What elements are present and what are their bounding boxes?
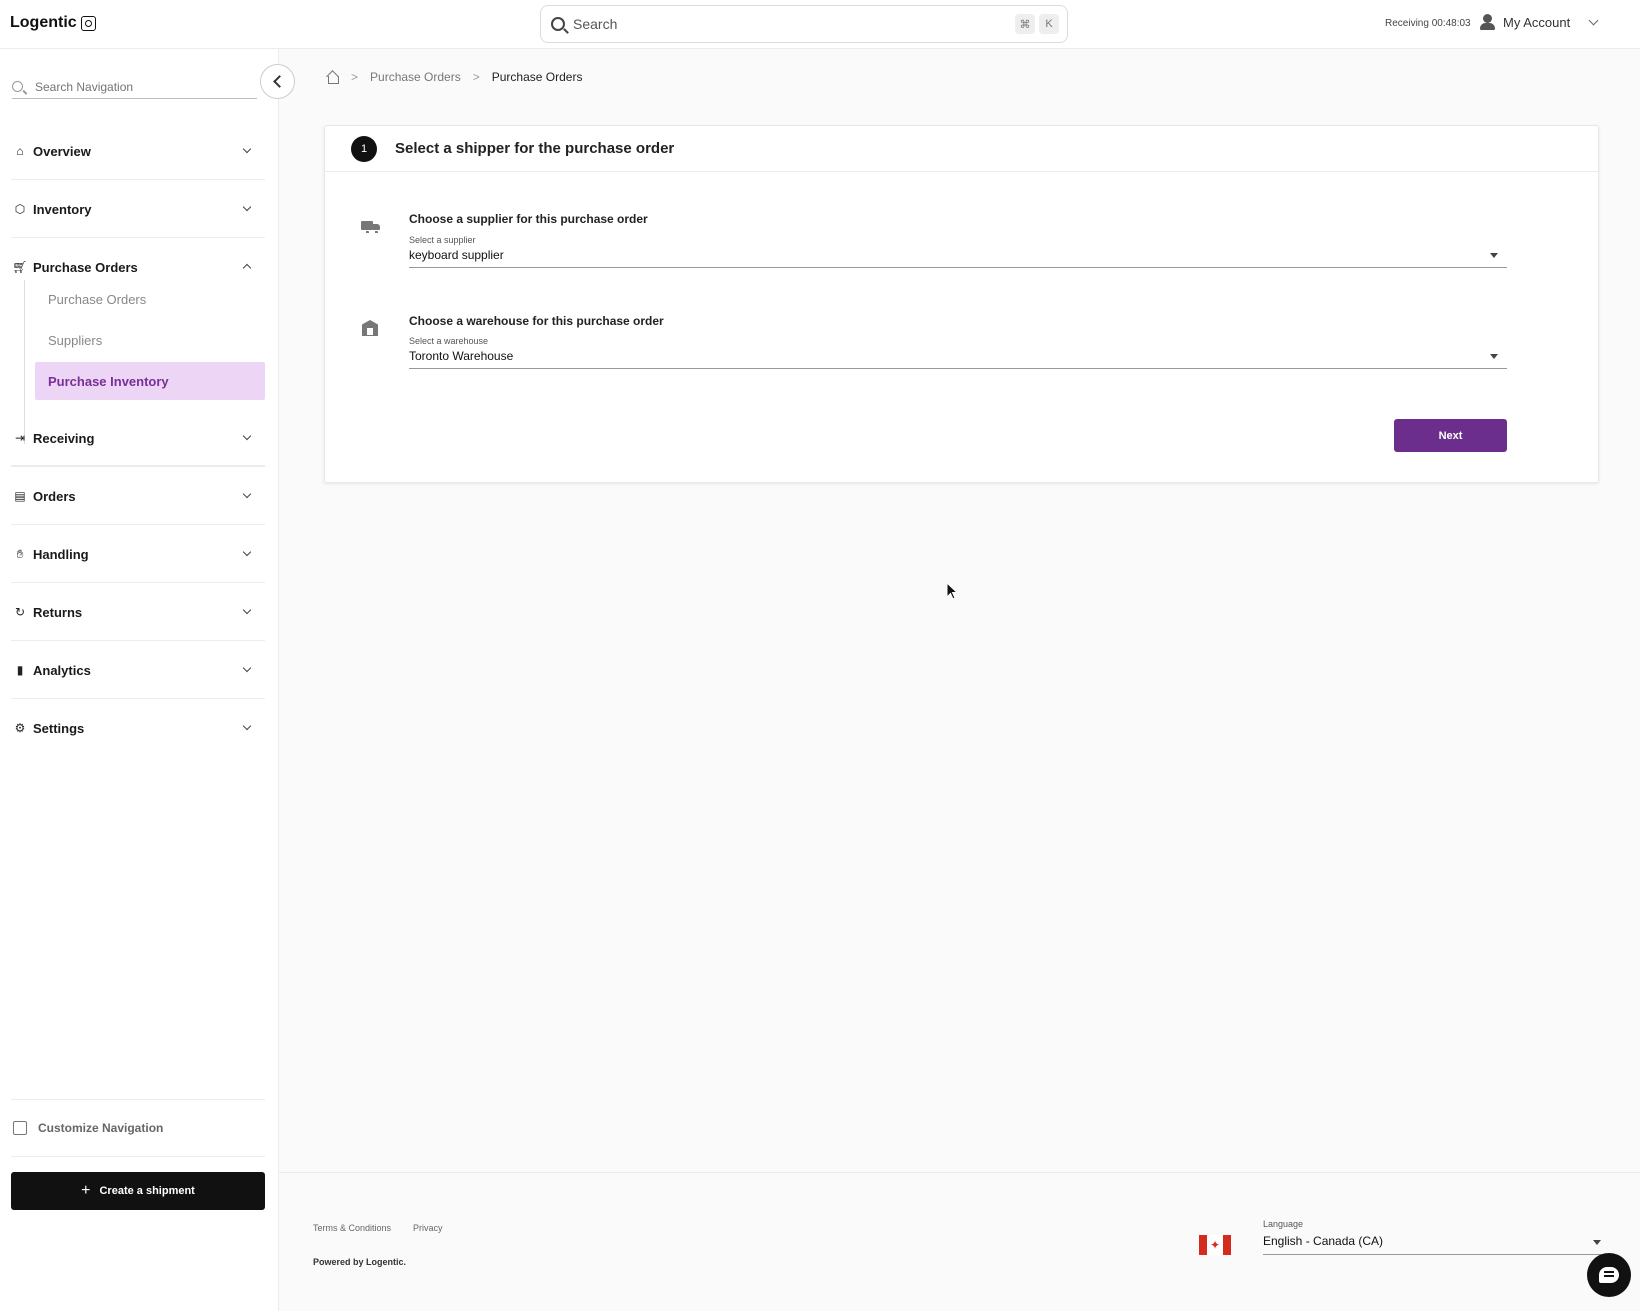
sidebar-item-suppliers[interactable]: Suppliers xyxy=(35,321,265,359)
card-title: Select a shipper for the purchase order xyxy=(395,140,675,157)
nav-section-receiving[interactable]: ⇥ Receiving xyxy=(11,409,265,467)
account-label: My Account xyxy=(1503,14,1571,30)
nav-section-label: Orders xyxy=(33,488,76,504)
create-shipment-label: Create a shipment xyxy=(99,1185,195,1197)
chevron-down-icon xyxy=(242,605,252,615)
step-number-badge: 1 xyxy=(351,135,377,162)
bar-chart-icon: ▮ xyxy=(16,663,24,677)
nav-section-returns[interactable]: ↻ Returns xyxy=(11,583,265,641)
chevron-down-icon xyxy=(1588,15,1599,25)
avatar-icon xyxy=(1480,14,1495,30)
return-icon: ↻ xyxy=(14,605,26,619)
cart-icon: 🛒︎ xyxy=(12,260,28,274)
warehouse-field-label: Choose a warehouse for this purchase ord… xyxy=(409,314,664,328)
caret-down-icon xyxy=(1593,1240,1601,1245)
supplier-select[interactable]: keyboard supplier xyxy=(409,244,1507,268)
nav-section-handling[interactable]: ✋︎ Handling xyxy=(11,525,265,583)
breadcrumb-link-purchase-orders[interactable]: Purchase Orders xyxy=(370,70,461,84)
chevron-down-icon xyxy=(242,202,252,212)
card-header: 1 Select a shipper for the purchase orde… xyxy=(325,126,1598,172)
receiving-icon: ⇥ xyxy=(14,431,26,445)
chevron-down-icon xyxy=(242,489,252,499)
nav-search xyxy=(12,75,257,99)
nav-section-label: Settings xyxy=(33,720,85,736)
box-icon: ⬡ xyxy=(14,202,26,216)
nav-section-label: Inventory xyxy=(33,201,92,217)
nav-section-label: Handling xyxy=(33,546,89,562)
nav-section-label: Purchase Orders xyxy=(33,259,138,275)
receiving-timer[interactable]: Receiving 00:48:03 xyxy=(1385,18,1471,29)
caret-down-icon xyxy=(1490,253,1498,258)
hand-icon: ✋︎ xyxy=(16,546,24,561)
nav-section-label: Overview xyxy=(33,143,91,159)
caret-down-icon xyxy=(1490,354,1498,359)
app-logo[interactable]: Logentic xyxy=(10,14,96,32)
chevron-up-icon xyxy=(242,263,252,273)
supplier-select-value: keyboard supplier xyxy=(409,248,504,262)
document-icon: ▤ xyxy=(14,489,26,503)
terms-link[interactable]: Terms & Conditions xyxy=(313,1223,391,1233)
customize-navigation-checkbox[interactable] xyxy=(13,1121,27,1135)
nav-section-inventory[interactable]: ⬡ Inventory xyxy=(11,180,265,238)
chevron-left-icon xyxy=(273,75,286,88)
warehouse-select[interactable]: Toronto Warehouse xyxy=(409,345,1507,369)
home-icon[interactable] xyxy=(326,71,339,84)
footer: Terms & Conditions Privacy Powered by Lo… xyxy=(279,1172,1640,1311)
nav-section-settings[interactable]: ⚙ Settings xyxy=(11,699,265,757)
next-button[interactable]: Next xyxy=(1394,419,1507,452)
create-shipment-button[interactable]: + Create a shipment xyxy=(11,1172,265,1210)
collapse-sidebar-button[interactable] xyxy=(260,64,295,99)
footer-links: Terms & Conditions Privacy xyxy=(313,1223,443,1233)
canada-flag-icon: ✦ xyxy=(1199,1235,1231,1255)
breadcrumb-current: Purchase Orders xyxy=(491,70,583,84)
chevron-down-icon xyxy=(242,547,252,557)
nav-section-overview[interactable]: ⌂ Overview xyxy=(11,122,265,180)
chevron-down-icon xyxy=(242,144,252,154)
sidebar-item-purchase-orders[interactable]: Purchase Orders xyxy=(35,280,265,318)
language-select[interactable]: Language English - Canada (CA) xyxy=(1263,1219,1603,1255)
truck-icon xyxy=(361,219,381,235)
app-name: Logentic xyxy=(10,14,77,31)
supplier-field-label: Choose a supplier for this purchase orde… xyxy=(409,212,648,226)
search-icon xyxy=(551,17,565,31)
gear-icon: ⚙ xyxy=(14,721,26,735)
nav-section-label: Analytics xyxy=(33,662,91,678)
chat-support-button[interactable] xyxy=(1587,1253,1631,1297)
customize-navigation-label: Customize Navigation xyxy=(38,1121,164,1135)
sidebar: ⌂ Overview ⬡ Inventory 🛒︎ Purchase Order… xyxy=(0,49,295,1311)
privacy-link[interactable]: Privacy xyxy=(413,1223,443,1233)
breadcrumb-separator: > xyxy=(351,70,359,84)
global-search-label: Search xyxy=(573,16,618,32)
account-menu[interactable]: My Account xyxy=(1480,14,1599,30)
logo-icon xyxy=(80,15,96,31)
powered-by: Powered by Logentic. xyxy=(313,1257,407,1267)
breadcrumb-separator: > xyxy=(472,70,480,84)
chevron-down-icon xyxy=(242,721,252,731)
sidebar-item-purchase-inventory[interactable]: Purchase Inventory xyxy=(35,362,265,400)
search-icon xyxy=(12,81,23,92)
nav-search-input[interactable] xyxy=(35,79,245,94)
language-value: English - Canada (CA) xyxy=(1263,1234,1384,1248)
command-key-badge: ⌘ xyxy=(1015,14,1035,34)
chevron-down-icon xyxy=(242,663,252,673)
top-bar: Logentic Search ⌘ K Receiving 00:48:03 M… xyxy=(0,0,1640,49)
chevron-down-icon xyxy=(242,431,252,441)
home-icon: ⌂ xyxy=(16,144,24,158)
language-label: Language xyxy=(1263,1219,1304,1229)
customize-navigation[interactable]: Customize Navigation xyxy=(11,1099,265,1157)
chat-icon xyxy=(1599,1267,1619,1283)
global-search[interactable]: Search ⌘ K xyxy=(540,5,1068,43)
plus-icon: + xyxy=(81,1182,91,1199)
nav-section-analytics[interactable]: ▮ Analytics xyxy=(11,641,265,699)
warehouse-icon xyxy=(361,320,381,336)
nav-section-label: Returns xyxy=(33,604,83,620)
k-key-badge: K xyxy=(1039,14,1059,34)
breadcrumb: > Purchase Orders > Purchase Orders xyxy=(326,70,582,84)
nav-section-label: Receiving xyxy=(33,430,95,446)
nav-section-orders[interactable]: ▤ Orders xyxy=(11,467,265,525)
select-shipper-card: 1 Select a shipper for the purchase orde… xyxy=(324,125,1599,483)
warehouse-select-value: Toronto Warehouse xyxy=(409,349,514,363)
